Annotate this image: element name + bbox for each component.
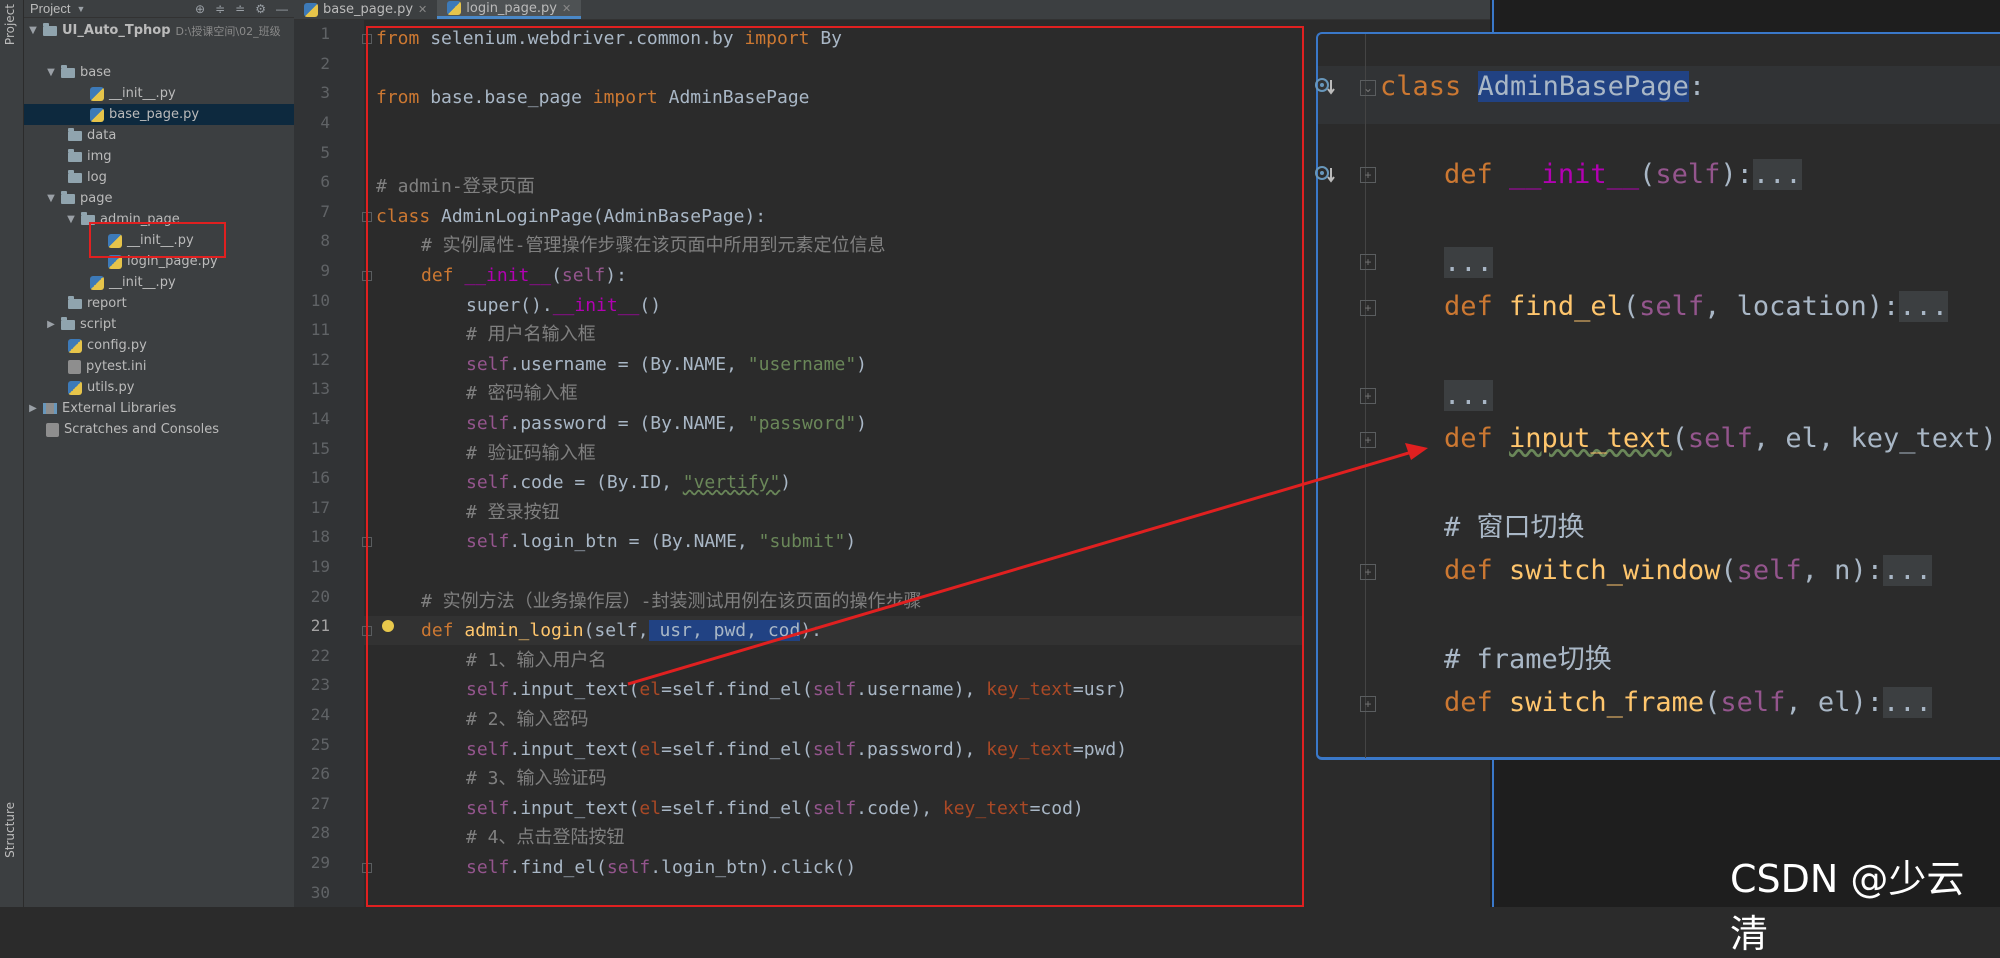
annotation-arrow bbox=[627, 443, 1428, 686]
watermark: CSDN @少云清 bbox=[1730, 857, 1965, 956]
